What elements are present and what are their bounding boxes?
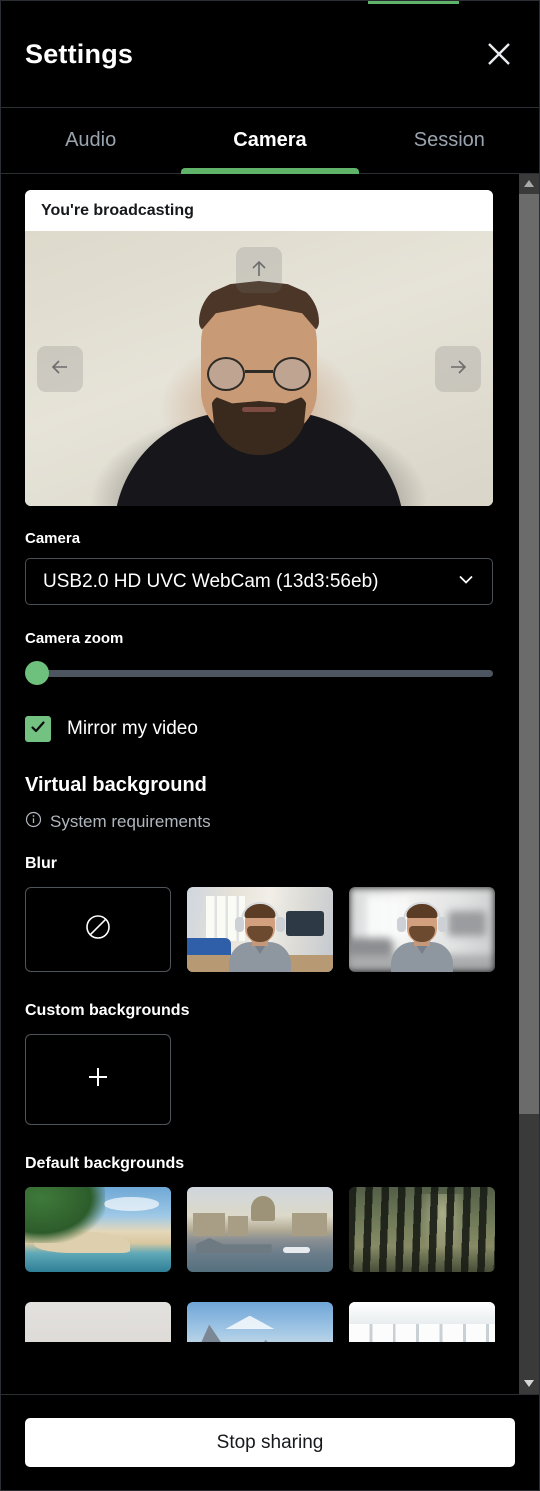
camera-zoom-label: Camera zoom	[25, 630, 124, 647]
default-background-room[interactable]	[25, 1302, 171, 1342]
blur-option-strong[interactable]	[349, 887, 495, 972]
stop-sharing-button[interactable]: Stop sharing	[25, 1418, 515, 1467]
camera-select-value: USB2.0 HD UVC WebCam (13d3:56eb)	[43, 570, 379, 592]
tab-camera[interactable]: Camera	[180, 108, 359, 173]
mirror-my-video-checkbox[interactable]	[25, 716, 51, 742]
blur-options-grid	[25, 887, 495, 972]
camera-select[interactable]: USB2.0 HD UVC WebCam (13d3:56eb)	[25, 558, 493, 605]
default-background-city[interactable]	[187, 1187, 333, 1272]
default-backgrounds-grid-row2	[25, 1302, 495, 1342]
scroll-down-button[interactable]	[519, 1374, 539, 1394]
tab-audio[interactable]: Audio	[1, 108, 180, 173]
settings-window: Settings Audio Camera Session You're bro…	[0, 0, 540, 1491]
scrollbar-thumb[interactable]	[519, 194, 539, 1114]
camera-select-label: Camera	[25, 530, 81, 547]
close-icon	[486, 41, 512, 67]
arrow-left-icon	[49, 356, 71, 381]
mirror-my-video-label: Mirror my video	[67, 718, 198, 739]
no-blur-icon	[84, 913, 112, 946]
top-accent-stripe	[368, 1, 459, 4]
preview-person-mouth	[242, 407, 276, 412]
info-icon	[25, 811, 42, 833]
mirror-my-video-row[interactable]: Mirror my video	[25, 716, 198, 742]
camera-preview-card: You're broadcasting	[25, 190, 493, 506]
caret-up-icon	[523, 175, 535, 193]
default-background-forest[interactable]	[349, 1187, 495, 1272]
default-background-office[interactable]	[349, 1302, 495, 1342]
camera-zoom-slider[interactable]	[15, 658, 493, 688]
default-background-beach[interactable]	[25, 1187, 171, 1272]
system-requirements-label: System requirements	[50, 812, 211, 831]
add-custom-background-button[interactable]	[25, 1034, 171, 1125]
page-title: Settings	[25, 38, 134, 69]
default-background-mountains[interactable]	[187, 1302, 333, 1342]
settings-body: You're broadcasting Camera USB2.0 HD UVC…	[1, 174, 539, 1394]
system-requirements-link[interactable]: System requirements	[25, 811, 211, 833]
preview-person-glasses	[207, 357, 311, 391]
camera-settings-panel: You're broadcasting Camera USB2.0 HD UVC…	[1, 174, 519, 1394]
pan-left-button[interactable]	[37, 345, 83, 392]
blur-strong-person	[391, 902, 453, 972]
tab-session[interactable]: Session	[360, 108, 539, 173]
arrow-right-icon	[447, 356, 469, 381]
blur-option-none[interactable]	[25, 887, 171, 972]
camera-zoom-track	[35, 669, 493, 677]
blur-option-light[interactable]	[187, 887, 333, 972]
custom-backgrounds-title: Custom backgrounds	[25, 1002, 190, 1019]
dialog-footer: Stop sharing	[1, 1394, 539, 1490]
broadcast-banner: You're broadcasting	[25, 190, 493, 231]
default-backgrounds-title: Default backgrounds	[25, 1155, 185, 1172]
camera-zoom-thumb[interactable]	[25, 661, 49, 685]
vertical-scrollbar[interactable]	[519, 174, 539, 1394]
close-button[interactable]	[477, 32, 521, 76]
scroll-up-button[interactable]	[519, 174, 539, 194]
dialog-header: Settings	[1, 1, 539, 108]
checkmark-icon	[29, 718, 47, 741]
virtual-background-title: Virtual background	[25, 774, 207, 796]
pan-right-button[interactable]	[435, 345, 481, 392]
chevron-down-icon	[456, 569, 476, 594]
blur-light-person	[229, 902, 291, 972]
camera-preview-video	[25, 231, 493, 506]
default-backgrounds-grid-row1	[25, 1187, 495, 1272]
settings-tabs: Audio Camera Session	[1, 108, 539, 174]
plus-icon	[85, 1064, 111, 1095]
arrow-up-icon	[248, 258, 270, 283]
custom-backgrounds-grid	[25, 1034, 495, 1125]
blur-title: Blur	[25, 855, 57, 872]
pan-up-button[interactable]	[236, 247, 282, 293]
caret-down-icon	[523, 1375, 535, 1393]
